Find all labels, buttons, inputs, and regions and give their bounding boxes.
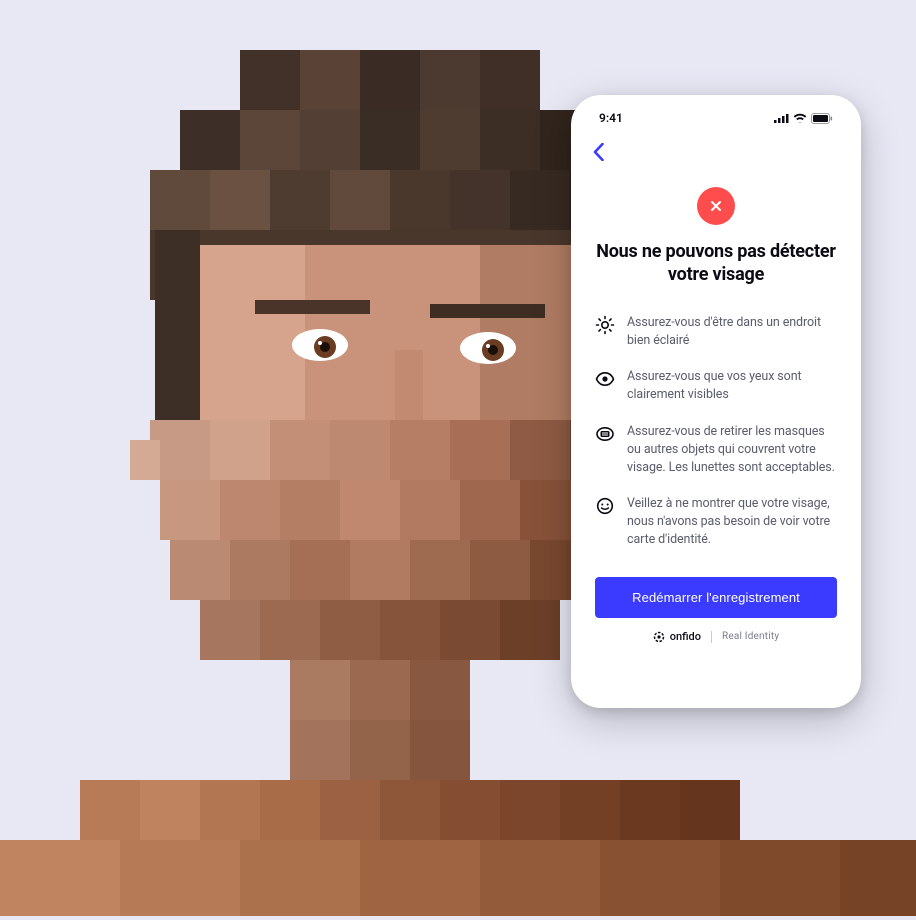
tip-lighting: Assurez-vous d'être dans un endroit bien… — [595, 314, 837, 350]
tips-list: Assurez-vous d'être dans un endroit bien… — [595, 314, 837, 549]
back-button[interactable] — [589, 139, 608, 169]
tip-face-only: Veillez à ne montrer que votre visage, n… — [595, 495, 837, 549]
wifi-icon — [793, 113, 807, 123]
cellular-icon — [774, 113, 789, 123]
tip-text: Assurez-vous de retirer les masques ou a… — [627, 423, 837, 477]
close-icon — [709, 199, 723, 213]
tip-mask: Assurez-vous de retirer les masques ou a… — [595, 423, 837, 477]
sun-icon — [595, 315, 615, 335]
tip-text: Assurez-vous d'être dans un endroit bien… — [627, 314, 837, 350]
error-title: Nous ne pouvons pas détecter votre visag… — [595, 241, 837, 286]
brand-tagline: Real Identity — [722, 631, 779, 642]
status-indicators — [774, 113, 833, 124]
eye-icon — [595, 369, 615, 389]
error-badge — [697, 187, 735, 225]
tip-eyes: Assurez-vous que vos yeux sont clairemen… — [595, 368, 837, 404]
mask-icon — [595, 424, 615, 444]
brand-divider — [711, 631, 712, 643]
brand-footer: onfido Real Identity — [653, 630, 780, 643]
status-bar: 9:41 — [585, 111, 847, 131]
tip-text: Assurez-vous que vos yeux sont clairemen… — [627, 368, 837, 404]
restart-recording-button[interactable]: Redémarrer l'enregistrement — [595, 577, 837, 618]
mobile-device-mockup: 9:41 Nous ne pouvons pas détecter votre … — [571, 95, 861, 708]
brand-logo: onfido — [653, 630, 701, 643]
brand-name: onfido — [670, 630, 701, 643]
battery-icon — [811, 113, 833, 124]
face-icon — [595, 496, 615, 516]
onfido-logo-icon — [653, 631, 665, 643]
tip-text: Veillez à ne montrer que votre visage, n… — [627, 495, 837, 549]
error-content: Nous ne pouvons pas détecter votre visag… — [585, 169, 847, 694]
status-time: 9:41 — [599, 111, 623, 125]
chevron-left-icon — [593, 143, 604, 161]
